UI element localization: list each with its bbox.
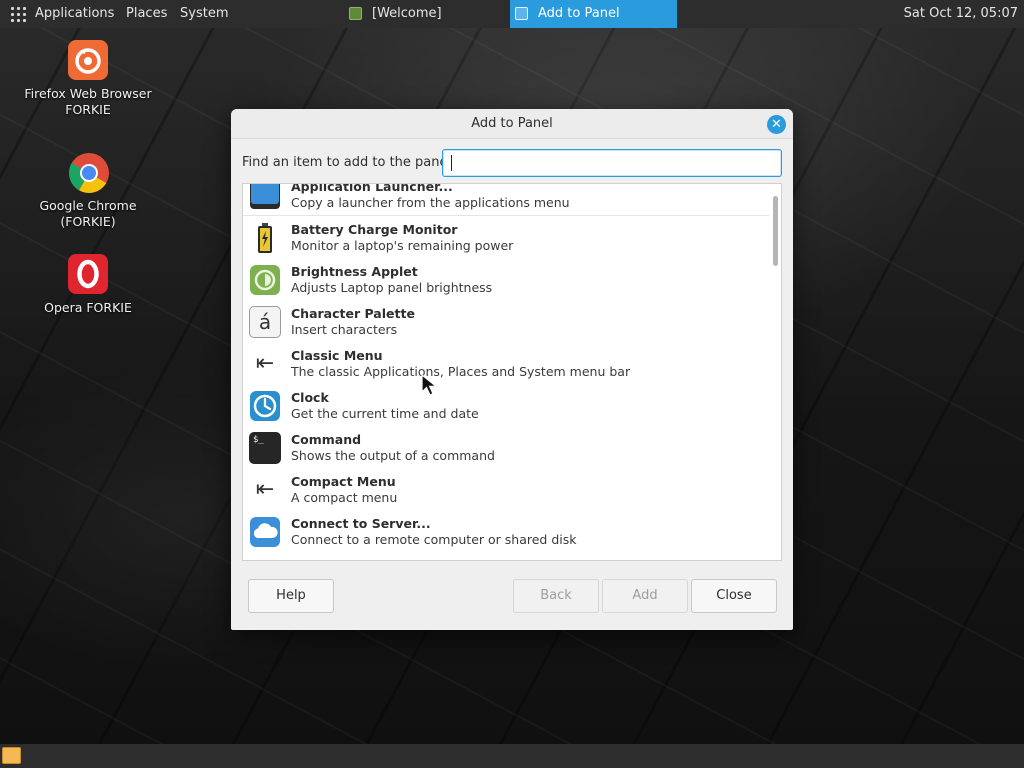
firefox-icon (68, 40, 108, 80)
list-item-title: Command (291, 432, 362, 447)
help-button[interactable]: Help (248, 579, 334, 613)
search-input[interactable] (442, 149, 782, 177)
show-desktop-icon[interactable] (2, 747, 21, 764)
desktop-icon-chrome-label2: (FORKIE) (60, 214, 116, 229)
launcher-icon (250, 184, 280, 209)
list-item-desc: The classic Applications, Places and Sys… (291, 364, 631, 379)
find-label: Find an item to add to the panel: (242, 155, 456, 170)
list-item-application-launcher[interactable]: Application Launcher... Copy a launcher … (243, 183, 769, 216)
clock-display[interactable]: Sat Oct 12, 05:07 (904, 0, 1018, 28)
mouse-cursor-icon (421, 374, 438, 396)
list-item-clock[interactable]: Clock Get the current time and date (243, 385, 769, 427)
list-item-title: Classic Menu (291, 348, 383, 363)
list-item-desc: Insert characters (291, 322, 398, 337)
list-item-desc: A compact menu (291, 490, 398, 505)
add-button[interactable]: Add (602, 579, 688, 613)
desktop-icon-firefox-label2: FORKIE (65, 102, 111, 117)
menu-arrow-glyph: ⇤ (255, 477, 275, 502)
task-welcome[interactable]: [Welcome] (344, 0, 504, 28)
desktop-icon-chrome-label1: Google Chrome (39, 198, 137, 213)
list-item-desc: Copy a launcher from the applications me… (291, 195, 570, 210)
terminal-icon: $_ (249, 432, 281, 464)
battery-icon (258, 223, 272, 253)
clock-icon (250, 391, 280, 421)
list-item-command[interactable]: $_ Command Shows the output of a command (243, 427, 769, 469)
list-item-desc: Monitor a laptop's remaining power (291, 238, 514, 253)
menu-arrow-glyph: ⇤ (255, 351, 275, 376)
menu-system[interactable]: System (180, 0, 228, 28)
list-item-desc: Adjusts Laptop panel brightness (291, 280, 493, 295)
task-add-to-panel[interactable]: Add to Panel (510, 0, 677, 28)
terminal-glyph: $_ (253, 435, 264, 445)
close-button[interactable]: Close (691, 579, 777, 613)
bottom-panel (0, 744, 1024, 768)
list-item-desc: Get the current time and date (291, 406, 479, 421)
list-item-compact-menu[interactable]: ⇤ Compact Menu A compact menu (243, 469, 769, 511)
back-button[interactable]: Back (513, 579, 599, 613)
list-item-battery-charge-monitor[interactable]: Battery Charge Monitor Monitor a laptop'… (243, 217, 769, 259)
menu-applications[interactable]: Applications (35, 0, 114, 28)
list-item-title: Character Palette (291, 306, 415, 321)
close-icon[interactable]: ✕ (767, 115, 786, 134)
desktop-icon-chrome[interactable]: Google Chrome (FORKIE) (18, 152, 158, 230)
task-add-to-panel-label: Add to Panel (538, 6, 620, 21)
top-panel: Applications Places System [Welcome] Add… (0, 0, 1024, 28)
character-palette-icon: á (249, 306, 281, 338)
chrome-icon (68, 152, 109, 193)
list-item-classic-menu[interactable]: ⇤ Classic Menu The classic Applications,… (243, 343, 769, 385)
list-item-title: Battery Charge Monitor (291, 222, 458, 237)
list-item-title: Connect to Server... (291, 516, 431, 531)
menu-arrow-icon: ⇤ (249, 348, 281, 380)
list-scrollbar[interactable] (773, 196, 778, 266)
list-item-title: Compact Menu (291, 474, 396, 489)
dialog-titlebar[interactable]: Add to Panel (231, 109, 793, 139)
character-palette-glyph: á (258, 310, 272, 334)
desktop-icon-opera[interactable]: Opera FORKIE (18, 254, 158, 316)
apps-grid-icon[interactable] (11, 7, 26, 22)
window-icon (515, 7, 528, 20)
dialog-title: Add to Panel (471, 116, 553, 131)
menu-places[interactable]: Places (126, 0, 167, 28)
desktop-icon-firefox[interactable]: Firefox Web Browser FORKIE (18, 40, 158, 118)
brightness-icon (250, 265, 280, 295)
list-item-title: Clock (291, 390, 329, 405)
desktop-icon-opera-label: Opera FORKIE (44, 300, 132, 315)
task-welcome-label: [Welcome] (372, 6, 442, 21)
text-caret (451, 155, 452, 171)
list-item-connect-to-server[interactable]: Connect to Server... Connect to a remote… (243, 511, 769, 553)
applet-list[interactable]: Application Launcher... Copy a launcher … (242, 183, 782, 561)
list-item-character-palette[interactable]: á Character Palette Insert characters (243, 301, 769, 343)
list-item-desc: Shows the output of a command (291, 448, 495, 463)
menu-arrow-icon: ⇤ (249, 474, 281, 506)
add-to-panel-dialog: Add to Panel ✕ Find an item to add to th… (231, 109, 793, 630)
list-item-brightness-applet[interactable]: Brightness Applet Adjusts Laptop panel b… (243, 259, 769, 301)
list-item-title: Application Launcher... (291, 183, 453, 194)
welcome-app-icon (349, 7, 362, 20)
list-item-title: Brightness Applet (291, 264, 418, 279)
cloud-icon (250, 517, 280, 547)
opera-icon (68, 254, 108, 294)
desktop-icon-firefox-label1: Firefox Web Browser (24, 86, 152, 101)
list-item-desc: Connect to a remote computer or shared d… (291, 532, 577, 547)
